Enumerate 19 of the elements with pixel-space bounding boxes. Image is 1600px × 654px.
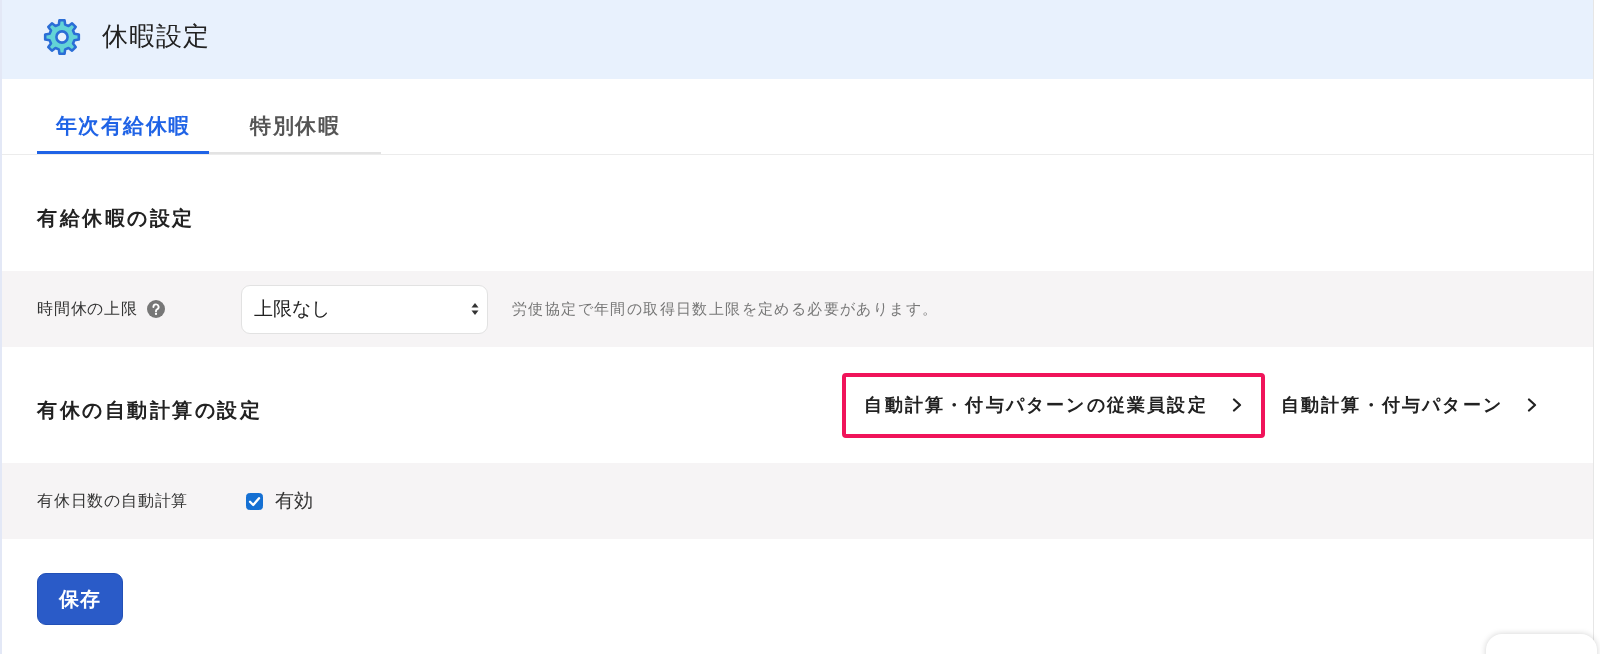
updown-arrows-icon bbox=[471, 302, 479, 316]
select-field[interactable]: 上限なし bbox=[241, 284, 488, 334]
checkbox-label[interactable]: 有効 bbox=[275, 488, 313, 514]
field-label: 有休日数の自動計算 bbox=[37, 490, 189, 512]
chevron-right-icon bbox=[1231, 398, 1242, 412]
hint-text: 労使協定で年間の取得日数上限を定める必要があります。 bbox=[512, 299, 939, 319]
gear-icon bbox=[42, 16, 82, 57]
tab[interactable]: 年次有給休暇 bbox=[37, 103, 209, 154]
section-heading: 有休の自動計算の設定 bbox=[37, 396, 262, 424]
tab[interactable]: 特別休暇 bbox=[209, 103, 381, 154]
page-title: 休暇設定 bbox=[102, 20, 210, 53]
section-heading: 有給休暇の設定 bbox=[37, 204, 195, 232]
save-button[interactable]: 保存 bbox=[37, 573, 123, 625]
settings-link[interactable]: 自動計算・付与パターンの従業員設定 bbox=[842, 372, 1265, 438]
settings-link[interactable]: 自動計算・付与パターン bbox=[1264, 372, 1560, 438]
help-icon[interactable] bbox=[146, 300, 165, 318]
checkbox[interactable] bbox=[246, 492, 263, 510]
chevron-right-icon bbox=[1527, 398, 1537, 412]
field-label: 時間休の上限 bbox=[37, 298, 138, 320]
